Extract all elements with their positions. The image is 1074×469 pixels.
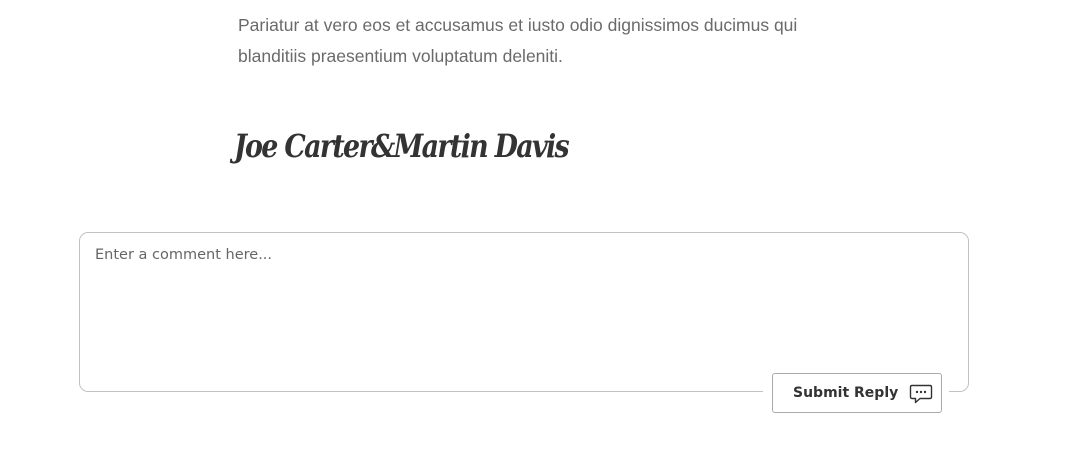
chat-bubble-icon (909, 383, 933, 405)
submit-reply-label: Submit Reply (793, 385, 899, 401)
intro-paragraph: Pariatur at vero eos et accusamus et ius… (238, 15, 798, 66)
submit-reply-button[interactable]: Submit Reply (772, 373, 942, 413)
page: Pariatur at vero eos et accusamus et ius… (0, 0, 1074, 469)
comment-input[interactable] (80, 233, 968, 391)
author-signature: Joe Carter&Martin Davis (234, 127, 570, 165)
comment-form (79, 232, 969, 392)
